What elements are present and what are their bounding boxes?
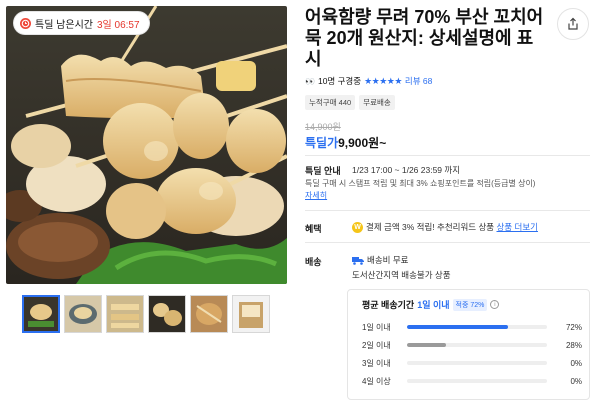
delivery-bar-fill xyxy=(407,343,447,347)
thumbnail-3[interactable] xyxy=(106,295,144,333)
shipping-note: 도서산간지역 배송불가 상품 xyxy=(352,270,451,280)
delivery-bar-track xyxy=(407,379,547,383)
delivery-stats-header: 평균 배송기간 1일 이내 적중 72% i xyxy=(362,298,500,311)
deal-timer-time: 3일 06:57 xyxy=(96,19,140,31)
delivery-stats-box: 평균 배송기간 1일 이내 적중 72% i 1일 이내 72% 2일 이내 2… xyxy=(347,289,590,400)
delivery-bar-fill xyxy=(407,325,508,329)
more-products-link[interactable]: 상품 더보기 xyxy=(497,222,538,232)
truck-icon xyxy=(352,256,364,265)
w-badge-icon: W xyxy=(352,222,363,234)
delivery-bar-track xyxy=(407,361,547,365)
deal-period: 1/23 17:00 ~ 1/26 23:59 까지 xyxy=(352,165,461,175)
deal-price-value: 9,900원~ xyxy=(338,136,387,150)
thumbnail-1[interactable] xyxy=(22,295,60,333)
deal-detail-link[interactable]: 자세히 xyxy=(305,190,327,201)
delivery-row: 3일 이내 0% xyxy=(362,357,582,369)
thumbnail-5[interactable] xyxy=(190,295,228,333)
avg-delivery-label: 평균 배송기간 xyxy=(362,300,415,310)
tag-list: 누적구매 440 무료배송 xyxy=(305,95,395,110)
share-icon xyxy=(568,17,578,30)
tag-cumulative-purchases: 누적구매 440 xyxy=(305,95,356,110)
shipping-label: 배송 xyxy=(305,257,322,267)
divider xyxy=(305,210,590,211)
delivery-row-pct: 0% xyxy=(570,358,582,368)
delivery-bar-track xyxy=(407,343,547,347)
fishcake-skewer-photo xyxy=(6,6,287,284)
divider xyxy=(305,242,590,243)
delivery-row-label: 1일 이내 xyxy=(362,322,391,332)
thumbnail-2[interactable] xyxy=(64,295,102,333)
delivery-bar-track xyxy=(407,325,547,329)
product-title: 어육함량 무려 70% 부산 꼬치어묵 20개 원산지: 상세설명에 표시 xyxy=(305,7,544,69)
main-product-image[interactable]: 특딜 남은시간 3일 06:57 xyxy=(6,6,287,284)
thumbnail-strip xyxy=(22,295,270,333)
original-price: 14,900원 xyxy=(305,122,341,132)
deal-info-label: 특딜 안내 xyxy=(305,166,341,176)
deal-price-label: 특딜가 xyxy=(305,136,339,150)
delivery-row-pct: 0% xyxy=(570,376,582,386)
benefit-description: 결제 금액 3% 적립! 추천리워드 상품 xyxy=(366,222,495,232)
delivery-row-pct: 72% xyxy=(565,322,582,332)
delivery-row-label: 3일 이내 xyxy=(362,358,391,368)
viewer-count: 10명 구경중 xyxy=(317,76,362,86)
tag-free-shipping: 무료배송 xyxy=(359,95,395,110)
clock-icon xyxy=(20,17,31,29)
delivery-row: 4일 이상 0% xyxy=(362,375,582,387)
thumbnail-4[interactable] xyxy=(148,295,186,333)
benefit-text: W 결제 금액 3% 적립! 추천리워드 상품 상품 더보기 xyxy=(352,221,538,234)
shipping-fee-text: 배송비 무료 xyxy=(367,255,409,265)
divider xyxy=(305,155,590,156)
delivery-row: 2일 이내 28% xyxy=(362,339,582,351)
delivery-row-pct: 28% xyxy=(565,340,582,350)
eyes-icon: 👀 xyxy=(305,76,315,86)
thumbnail-6[interactable] xyxy=(232,295,270,333)
star-rating: ★★★★★ xyxy=(364,75,402,86)
delivery-row-label: 2일 이내 xyxy=(362,340,391,350)
deal-timer-chip: 특딜 남은시간 3일 06:57 xyxy=(14,12,149,34)
benefit-label: 혜택 xyxy=(305,224,322,234)
delivery-row: 1일 이내 72% xyxy=(362,321,582,333)
accuracy-badge: 적중 72% xyxy=(452,298,488,311)
avg-delivery-value: 1일 이내 xyxy=(417,300,450,310)
shipping-fee: 배송비 무료 xyxy=(352,254,408,266)
deal-timer-label: 특딜 남은시간 xyxy=(35,19,93,31)
info-icon[interactable]: i xyxy=(490,300,500,309)
review-link[interactable]: 리뷰 68 xyxy=(405,75,432,87)
delivery-row-label: 4일 이상 xyxy=(362,376,391,386)
share-button[interactable] xyxy=(557,8,589,40)
deal-description: 특딜 구매 시 스탬프 적립 및 최대 3% 쇼핑포인트를 적립(등급별 상이) xyxy=(305,179,536,188)
rating-row: 👀 10명 구경중 ★★★★★ 리뷰 68 xyxy=(305,75,432,87)
deal-price: 특딜가9,900원~ xyxy=(305,134,386,151)
